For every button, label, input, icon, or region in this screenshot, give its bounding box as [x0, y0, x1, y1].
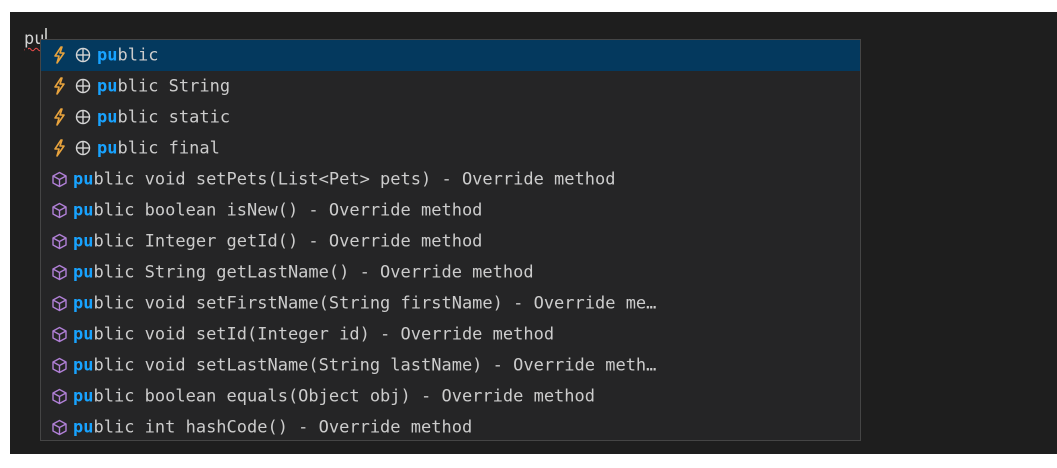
suggestion-label: blic boolean isNew() - Override method	[93, 200, 483, 221]
suggestion-match-text: pu	[97, 76, 118, 97]
suggestion-match-text: pu	[97, 107, 118, 128]
cube-icon	[49, 288, 69, 319]
suggestion-match-text: pu	[73, 386, 94, 407]
cube-icon	[49, 226, 69, 257]
lightning-icon	[49, 102, 69, 133]
suggestion-label: blic final	[117, 138, 220, 159]
lightning-icon	[49, 40, 69, 71]
suggestion-label: blic static	[117, 107, 231, 128]
lightning-icon	[49, 71, 69, 102]
suggestion-label: blic void setFirstName(String firstName)…	[93, 293, 657, 314]
globe-icon	[73, 40, 93, 71]
editor-frame: pu public public String public static publi…	[0, 0, 1057, 468]
suggestion-label: blic Integer getId() - Override method	[93, 231, 483, 252]
suggestion-match-text: pu	[73, 200, 94, 221]
suggestion-match-text: pu	[73, 355, 94, 376]
suggestion-match-text: pu	[97, 138, 118, 159]
suggestion-item[interactable]: public void setId(Integer id) - Override…	[41, 319, 860, 350]
suggestion-item[interactable]: public String	[41, 71, 860, 102]
suggestion-item[interactable]: public	[41, 40, 860, 71]
cube-icon	[49, 412, 69, 440]
lightning-icon	[49, 133, 69, 164]
suggestion-label: blic String getLastName() - Override met…	[93, 262, 534, 283]
suggestion-item[interactable]: public void setLastName(String lastName)…	[41, 350, 860, 381]
globe-icon	[73, 102, 93, 133]
globe-icon	[73, 71, 93, 102]
suggestion-label: blic int hashCode() - Override method	[93, 417, 473, 438]
suggestion-match-text: pu	[73, 324, 94, 345]
suggestion-list: public public String public static public f…	[41, 40, 860, 440]
suggestion-label: blic void setLastName(String lastName) -…	[93, 355, 657, 376]
suggestion-match-text: pu	[73, 231, 94, 252]
suggestion-label: blic void setId(Integer id) - Override m…	[93, 324, 555, 345]
cube-icon	[49, 381, 69, 412]
suggestion-item[interactable]: public boolean isNew() - Override method	[41, 195, 860, 226]
suggestion-match-text: pu	[73, 417, 94, 438]
suggestion-label: blic boolean equals(Object obj) - Overri…	[93, 386, 595, 407]
suggestion-widget: public public String public static public f…	[40, 39, 861, 441]
cube-icon	[49, 195, 69, 226]
cube-icon	[49, 350, 69, 381]
globe-icon	[73, 133, 93, 164]
suggestion-match-text: pu	[97, 45, 118, 66]
cube-icon	[49, 257, 69, 288]
suggestion-item[interactable]: public boolean equals(Object obj) - Over…	[41, 381, 860, 412]
suggestion-item[interactable]: public Integer getId() - Override method	[41, 226, 860, 257]
suggestion-match-text: pu	[73, 262, 94, 283]
suggestion-item[interactable]: public String getLastName() - Override m…	[41, 257, 860, 288]
suggestion-item[interactable]: public void setFirstName(String firstNam…	[41, 288, 860, 319]
suggestion-item[interactable]: public static	[41, 102, 860, 133]
suggestion-item[interactable]: public final	[41, 133, 860, 164]
suggestion-label: blic	[117, 45, 159, 66]
suggestion-label: blic void setPets(List<Pet> pets) - Over…	[93, 169, 616, 190]
suggestion-item[interactable]: public int hashCode() - Override method	[41, 412, 860, 440]
cube-icon	[49, 164, 69, 195]
suggestion-item[interactable]: public void setPets(List<Pet> pets) - Ov…	[41, 164, 860, 195]
suggestion-match-text: pu	[73, 169, 94, 190]
cube-icon	[49, 319, 69, 350]
suggestion-label: blic String	[117, 76, 231, 97]
suggestion-match-text: pu	[73, 293, 94, 314]
